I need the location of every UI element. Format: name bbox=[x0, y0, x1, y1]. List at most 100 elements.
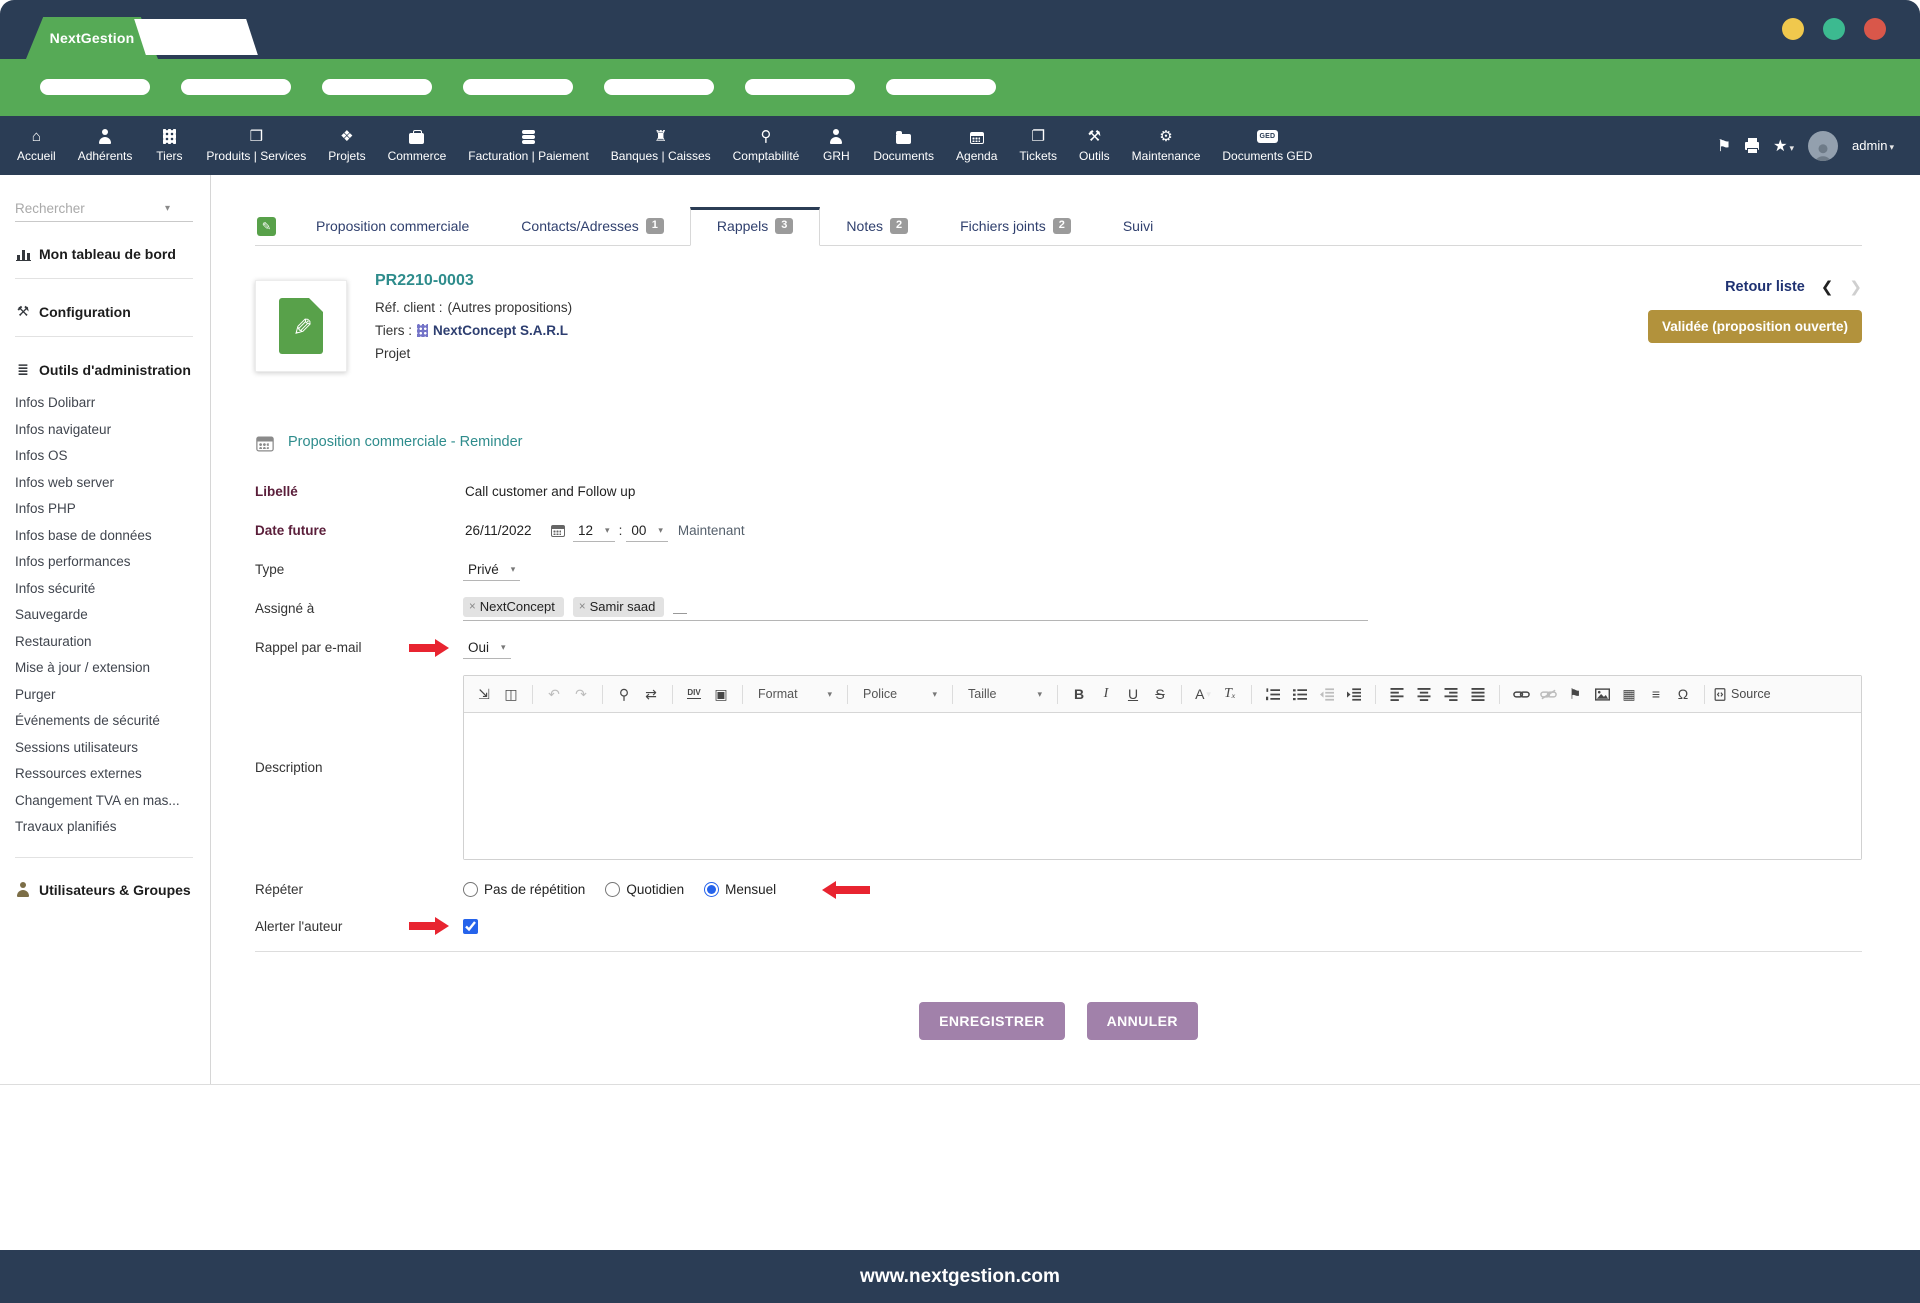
nav-documents-ged[interactable]: GED Documents GED bbox=[1211, 116, 1323, 175]
tab-suivi[interactable]: Suivi bbox=[1097, 208, 1179, 245]
flag-icon[interactable]: ⚑ bbox=[1717, 136, 1731, 156]
underline-icon[interactable]: U bbox=[1121, 683, 1145, 705]
nav-banques[interactable]: ♜ Banques | Caisses bbox=[600, 116, 722, 175]
nav-maintenance[interactable]: ⚙ Maintenance bbox=[1121, 116, 1212, 175]
sidebar-item-infos-navigateur[interactable]: Infos navigateur bbox=[15, 417, 198, 444]
previous-record-button[interactable]: ❮ bbox=[1821, 278, 1834, 296]
now-link[interactable]: Maintenant bbox=[678, 523, 745, 538]
document-ref[interactable]: PR2210-0003 bbox=[375, 272, 572, 290]
sidebar-item-mise-a-jour[interactable]: Mise à jour / extension bbox=[15, 655, 198, 682]
sidebar-item-evenements-securite[interactable]: Événements de sécurité bbox=[15, 708, 198, 735]
italic-icon[interactable]: I bbox=[1094, 683, 1118, 705]
find-icon[interactable]: ⚲ bbox=[612, 683, 636, 705]
sidebar-item-infos-bdd[interactable]: Infos base de données bbox=[15, 523, 198, 550]
format-dropdown[interactable]: Format▾ bbox=[752, 685, 838, 703]
bullet-list-icon[interactable] bbox=[1288, 683, 1312, 705]
sidebar-item-infos-web-server[interactable]: Infos web server bbox=[15, 470, 198, 497]
minute-select[interactable]: 00▾ bbox=[626, 520, 668, 542]
tab-fichiers-joints[interactable]: Fichiers joints2 bbox=[934, 208, 1097, 245]
align-left-icon[interactable] bbox=[1385, 683, 1409, 705]
table-icon[interactable]: ▦ bbox=[1617, 683, 1641, 705]
date-input[interactable] bbox=[463, 520, 545, 541]
anchor-flag-icon[interactable]: ⚑ bbox=[1563, 683, 1587, 705]
tab-rappels[interactable]: Rappels3 bbox=[690, 207, 821, 246]
search-input[interactable] bbox=[15, 201, 165, 216]
radio-quotidien[interactable]: Quotidien bbox=[605, 882, 684, 897]
save-button[interactable]: ENREGISTRER bbox=[919, 1002, 1065, 1040]
bookmark-star-button[interactable]: ★▾ bbox=[1773, 136, 1794, 156]
radio-input[interactable] bbox=[704, 882, 719, 897]
minimize-button[interactable] bbox=[1782, 18, 1804, 40]
sidebar-item-dashboard[interactable]: Mon tableau de bord bbox=[15, 246, 198, 262]
special-char-icon[interactable]: Ω bbox=[1671, 683, 1695, 705]
sidebar-item-configuration[interactable]: ⚒ Configuration bbox=[15, 303, 198, 320]
tab-contacts-adresses[interactable]: Contacts/Adresses1 bbox=[495, 208, 690, 245]
strikethrough-icon[interactable]: S bbox=[1148, 683, 1172, 705]
source-button[interactable]: Source bbox=[1714, 687, 1771, 701]
text-color-icon[interactable]: A▾ bbox=[1191, 683, 1215, 705]
nav-tickets[interactable]: ❐ Tickets bbox=[1008, 116, 1068, 175]
size-dropdown[interactable]: Taille▾ bbox=[962, 685, 1048, 703]
radio-input[interactable] bbox=[463, 882, 478, 897]
nav-accueil[interactable]: ⌂ Accueil bbox=[6, 116, 67, 175]
nav-agenda[interactable]: Agenda bbox=[945, 116, 1008, 175]
nav-commerce[interactable]: Commerce bbox=[377, 116, 458, 175]
image-icon[interactable] bbox=[1590, 683, 1614, 705]
cancel-button[interactable]: ANNULER bbox=[1087, 1002, 1198, 1040]
sidebar-item-infos-performances[interactable]: Infos performances bbox=[15, 549, 198, 576]
alert-author-checkbox[interactable] bbox=[463, 919, 478, 934]
remove-format-icon[interactable]: Tₓ bbox=[1218, 683, 1242, 705]
maximize-button[interactable] bbox=[1823, 18, 1845, 40]
justify-icon[interactable] bbox=[1466, 683, 1490, 705]
assignee-input[interactable] bbox=[673, 612, 687, 614]
bold-icon[interactable]: B bbox=[1067, 683, 1091, 705]
remove-tag-icon[interactable]: × bbox=[579, 601, 586, 613]
ordered-list-icon[interactable] bbox=[1261, 683, 1285, 705]
nav-grh[interactable]: GRH bbox=[810, 116, 862, 175]
indent-icon[interactable] bbox=[1342, 683, 1366, 705]
sidebar-item-changement-tva[interactable]: Changement TVA en mas... bbox=[15, 788, 198, 815]
preview-icon[interactable]: ◫ bbox=[499, 683, 523, 705]
sidebar-item-sauvegarde[interactable]: Sauvegarde bbox=[15, 602, 198, 629]
sidebar-item-users-groups[interactable]: Utilisateurs & Groupes bbox=[15, 882, 198, 898]
sidebar-item-admin-tools[interactable]: ≣ Outils d'administration bbox=[15, 361, 198, 378]
tab-notes[interactable]: Notes2 bbox=[820, 208, 934, 245]
nav-tiers[interactable]: Tiers bbox=[143, 116, 195, 175]
type-select[interactable]: Privé▾ bbox=[463, 559, 520, 581]
radio-pas-de-repetition[interactable]: Pas de répétition bbox=[463, 882, 585, 897]
link-icon[interactable] bbox=[1509, 683, 1533, 705]
nav-produits-services[interactable]: ❒ Produits | Services bbox=[195, 116, 317, 175]
maximize-icon[interactable]: ⇲ bbox=[472, 683, 496, 705]
create-div-icon[interactable]: DIV bbox=[682, 683, 706, 705]
tab-proposition-commerciale[interactable]: Proposition commerciale bbox=[290, 208, 495, 245]
font-dropdown[interactable]: Police▾ bbox=[857, 685, 943, 703]
tiers-link[interactable]: NextConcept S.A.R.L bbox=[433, 319, 568, 342]
nav-adherents[interactable]: Adhérents bbox=[67, 116, 144, 175]
sidebar-item-ressources-externes[interactable]: Ressources externes bbox=[15, 761, 198, 788]
sidebar-item-sessions[interactable]: Sessions utilisateurs bbox=[15, 735, 198, 762]
chevron-down-icon[interactable]: ▾ bbox=[165, 203, 170, 214]
sidebar-item-infos-securite[interactable]: Infos sécurité bbox=[15, 576, 198, 603]
sidebar-item-travaux-planifies[interactable]: Travaux planifiés bbox=[15, 814, 198, 841]
avatar[interactable] bbox=[1808, 131, 1838, 161]
replace-icon[interactable]: ⇄ bbox=[639, 683, 663, 705]
nav-comptabilite[interactable]: ⚲ Comptabilité bbox=[722, 116, 811, 175]
radio-mensuel[interactable]: Mensuel bbox=[704, 882, 776, 897]
sidebar-item-infos-os[interactable]: Infos OS bbox=[15, 443, 198, 470]
horizontal-rule-icon[interactable]: ≡ bbox=[1644, 683, 1668, 705]
nav-outils[interactable]: ⚒ Outils bbox=[1068, 116, 1121, 175]
email-reminder-select[interactable]: Oui▾ bbox=[463, 637, 511, 659]
align-center-icon[interactable] bbox=[1412, 683, 1436, 705]
sidebar-item-infos-php[interactable]: Infos PHP bbox=[15, 496, 198, 523]
sidebar-item-restauration[interactable]: Restauration bbox=[15, 629, 198, 656]
close-button[interactable] bbox=[1864, 18, 1886, 40]
user-menu[interactable]: admin▾ bbox=[1852, 137, 1894, 155]
sidebar-item-infos-dolibarr[interactable]: Infos Dolibarr bbox=[15, 390, 198, 417]
description-textarea[interactable] bbox=[464, 713, 1861, 859]
sidebar-item-purger[interactable]: Purger bbox=[15, 682, 198, 709]
radio-input[interactable] bbox=[605, 882, 620, 897]
show-blocks-icon[interactable]: ▣ bbox=[709, 683, 733, 705]
libelle-input[interactable] bbox=[463, 481, 1591, 502]
nav-projets[interactable]: ❖ Projets bbox=[317, 116, 376, 175]
nav-documents[interactable]: Documents bbox=[862, 116, 945, 175]
